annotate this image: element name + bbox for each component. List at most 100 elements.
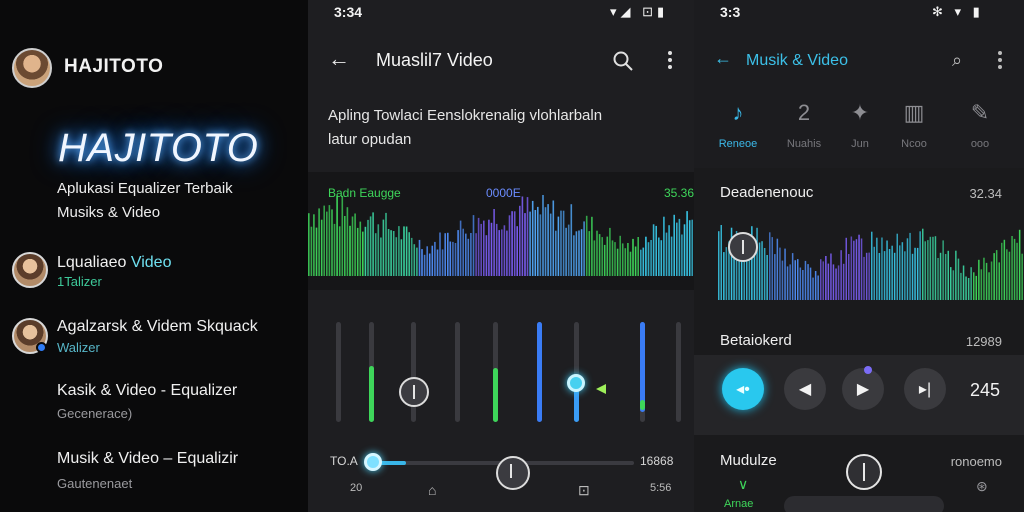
- waveform-bar: [640, 249, 642, 276]
- list-item-subtitle: Gautenenaet: [57, 476, 133, 491]
- online-badge: [36, 342, 47, 353]
- search-icon[interactable]: ⌕: [952, 50, 962, 71]
- waveform-bar: [519, 205, 521, 276]
- waveform-bar: [508, 215, 511, 276]
- play-button[interactable]: ▶: [842, 368, 884, 410]
- equalizer-screen: 3:34 ▾◢ ⊡▮ ← Muaslil7 Video Apling Towla…: [308, 0, 694, 512]
- waveform-bar: [323, 205, 325, 276]
- waveform-bar: [1008, 251, 1011, 300]
- crop-icon[interactable]: ⊡: [578, 482, 590, 499]
- balance-knob[interactable]: [364, 453, 382, 471]
- list-item-avatar[interactable]: [12, 252, 48, 288]
- waveform-bar: [611, 240, 614, 276]
- waveform-bar: [349, 225, 351, 276]
- tab-label[interactable]: Jun: [830, 138, 890, 150]
- search-icon[interactable]: [612, 50, 634, 77]
- small-value-left: 20: [350, 482, 363, 494]
- volume-knob[interactable]: [496, 456, 530, 490]
- list-item-subtitle: Gecenerace): [57, 406, 133, 421]
- waveform-bar: [863, 256, 865, 300]
- waveform-bar: [485, 235, 488, 276]
- waveform-bar: [873, 246, 875, 300]
- tab-edit-icon[interactable]: ✎: [958, 100, 1002, 126]
- waveform-bar: [978, 259, 980, 300]
- waveform-bar: [817, 275, 819, 300]
- waveform-bar: [1006, 249, 1008, 300]
- tab-label[interactable]: ooo: [950, 138, 1010, 150]
- more-vertical-icon[interactable]: [666, 50, 674, 75]
- waveform-bar: [405, 226, 408, 276]
- tab-label[interactable]: Reneoe: [708, 138, 768, 150]
- eq-band-track[interactable]: [455, 322, 460, 422]
- list-item-title[interactable]: Kasik & Video - Equalizer: [57, 382, 237, 400]
- eq-band-track[interactable]: [676, 322, 681, 422]
- waveform-bar: [498, 230, 500, 276]
- waveform-bar: [853, 240, 855, 300]
- waveform-bar: [686, 211, 688, 276]
- waveform-bar: [668, 225, 670, 276]
- eq-band-knob[interactable]: [399, 377, 429, 407]
- settings-icon[interactable]: ⊛: [976, 478, 988, 495]
- chevron-down-icon[interactable]: ∨: [738, 476, 748, 493]
- brand-logo-text: HAJITOTO: [58, 126, 259, 170]
- next-button[interactable]: ▸|: [904, 368, 946, 410]
- waveform-bar: [555, 230, 557, 276]
- waveform-bar: [769, 232, 771, 300]
- list-item-title[interactable]: Musik & Video – Equalizir: [57, 450, 238, 468]
- eq-band-knob[interactable]: [567, 374, 585, 392]
- tab-number-icon[interactable]: 2: [782, 100, 826, 126]
- waveform-bar: [922, 228, 924, 300]
- eq-band-track[interactable]: [411, 322, 416, 422]
- section-title-modulize: Mudulze: [720, 452, 777, 469]
- list-item-title[interactable]: Agalzarsk & Videm Skquack: [57, 318, 258, 336]
- list-item-title[interactable]: Lqualiaeo Video: [57, 254, 171, 272]
- waveform-bar: [809, 267, 812, 300]
- waveform-bar: [313, 214, 315, 276]
- thumb-up-icon[interactable]: ⌂: [428, 482, 436, 498]
- tab-label[interactable]: Nuahis: [774, 138, 834, 150]
- modulize-knob[interactable]: [846, 454, 882, 490]
- waveform-bar: [328, 205, 331, 276]
- waveform-bar: [470, 233, 472, 276]
- tab-star-icon[interactable]: ✦: [838, 100, 882, 126]
- waveform-bar: [575, 231, 578, 276]
- waveform-bar: [893, 252, 896, 300]
- waveform-bar: [786, 266, 789, 300]
- previous-button[interactable]: ◀: [784, 368, 826, 410]
- waveform-label-mid: 0000E: [486, 186, 521, 200]
- waveform-scrub-knob[interactable]: [728, 232, 758, 262]
- waveform-bar: [911, 253, 914, 300]
- waveform-bar: [919, 231, 921, 300]
- waveform-bar: [410, 237, 413, 276]
- waveform-bar: [980, 269, 983, 300]
- profile-avatar[interactable]: [12, 48, 52, 88]
- waveform-bar: [860, 238, 863, 300]
- tab-music-icon[interactable]: ♪: [716, 100, 760, 126]
- spectrum-waveform: [718, 225, 1023, 300]
- tab-bars-icon[interactable]: ▥: [892, 100, 936, 126]
- waveform-bar: [369, 216, 372, 276]
- player-screen: 3:3 ✻ ▾ ▮ ← Musik & Video ⌕ ♪ Reneoe 2 N…: [694, 0, 1024, 512]
- waveform-bar: [909, 232, 911, 300]
- waveform-bar: [632, 238, 634, 276]
- waveform-bar: [454, 243, 457, 276]
- waveform-bar: [480, 223, 482, 276]
- waveform-bar: [423, 254, 426, 276]
- waveform-bar: [537, 206, 539, 276]
- waveform-bar: [539, 214, 542, 276]
- sound-effect-button[interactable]: ◂•: [722, 368, 764, 410]
- waveform-bar: [718, 231, 720, 300]
- waveform-bar: [619, 235, 621, 276]
- waveform-bar: [983, 257, 985, 300]
- waveform-bar: [883, 251, 886, 300]
- back-arrow-icon[interactable]: ←: [328, 46, 350, 72]
- eq-band-track[interactable]: [336, 322, 341, 422]
- waveform-bar: [858, 234, 860, 300]
- waveform-bar: [871, 231, 873, 300]
- tab-label[interactable]: Ncoo: [884, 138, 944, 150]
- waveform-bar: [333, 223, 336, 276]
- waveform-bar: [534, 210, 537, 276]
- arrow-indicator-icon: [596, 384, 606, 394]
- more-vertical-icon[interactable]: [996, 50, 1004, 75]
- back-arrow-icon[interactable]: ←: [714, 48, 732, 69]
